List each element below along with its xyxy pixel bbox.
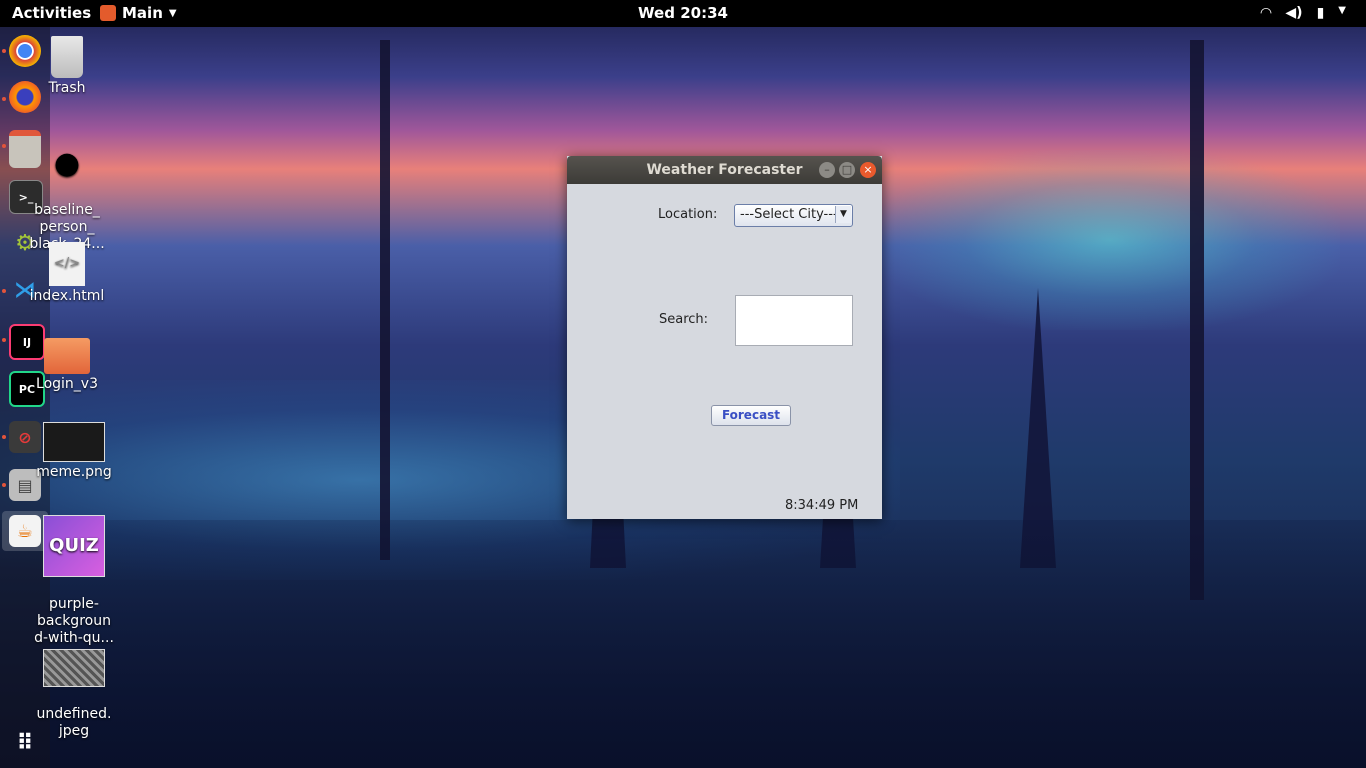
maximize-icon[interactable]: □ bbox=[839, 162, 855, 178]
desktop-icon-meme-png[interactable]: meme.png bbox=[29, 422, 119, 481]
wifi-icon: ◠ bbox=[1260, 5, 1272, 21]
desktop-icon-label: index.html bbox=[29, 288, 105, 304]
image-thumbnail-icon bbox=[43, 649, 105, 687]
desktop-icon-label: undefined. jpeg bbox=[36, 706, 112, 739]
running-indicator bbox=[2, 144, 6, 148]
desktop-icon-label: Login_v3 bbox=[36, 376, 98, 392]
desktop-icon-login-v3[interactable]: Login_v3 bbox=[22, 338, 112, 393]
desktop-icon-label: Trash bbox=[48, 80, 86, 96]
top-bar: Activities Main ▼ Wed 20:34 ◠ ◀) ▮ ▼ bbox=[0, 0, 1366, 27]
running-indicator bbox=[2, 49, 6, 53]
trash-icon bbox=[51, 36, 83, 78]
search-label: Search: bbox=[659, 312, 709, 327]
clock[interactable]: Wed 20:34 bbox=[0, 4, 1366, 22]
desktop-icon-purple-background[interactable]: QUIZ purple- backgroun d-with-qu... bbox=[29, 498, 119, 647]
running-indicator bbox=[2, 338, 6, 342]
volume-icon: ◀) bbox=[1285, 5, 1303, 21]
background-glow bbox=[880, 150, 1340, 330]
image-thumbnail-icon: QUIZ bbox=[43, 515, 105, 577]
running-indicator bbox=[2, 435, 6, 439]
background-tree-trunk bbox=[1190, 40, 1204, 600]
running-indicator bbox=[2, 97, 6, 101]
image-thumbnail-icon bbox=[43, 422, 105, 462]
window-titlebar[interactable]: Weather Forecaster – □ × bbox=[567, 156, 882, 184]
search-input[interactable] bbox=[735, 295, 853, 346]
folder-icon bbox=[44, 338, 90, 374]
location-label: Location: bbox=[658, 207, 718, 222]
forecast-button[interactable]: Forecast bbox=[711, 405, 791, 426]
running-indicator bbox=[2, 483, 6, 487]
city-select-value: ---Select City--- bbox=[740, 207, 838, 222]
close-icon[interactable]: × bbox=[860, 162, 876, 178]
system-tray[interactable]: ◠ ◀) ▮ ▼ bbox=[1261, 5, 1346, 21]
weather-forecaster-window: Weather Forecaster – □ × Location: ---Se… bbox=[567, 156, 882, 519]
power-menu-icon: ▼ bbox=[1338, 5, 1346, 16]
background-ground bbox=[0, 520, 1366, 768]
desktop-icon-label: meme.png bbox=[36, 464, 112, 480]
desktop-icon-index-html[interactable]: </> index.html bbox=[22, 242, 112, 305]
desktop-icon-trash[interactable]: Trash bbox=[22, 36, 112, 97]
running-indicator bbox=[2, 289, 6, 293]
background-tree-trunk bbox=[380, 40, 390, 560]
battery-icon: ▮ bbox=[1316, 5, 1325, 21]
minimize-icon[interactable]: – bbox=[819, 162, 835, 178]
chevron-down-icon: ▼ bbox=[835, 206, 851, 223]
desktop-icon-baseline-person[interactable]: ● baseline_ person_ black_24... bbox=[22, 128, 112, 253]
city-select[interactable]: ---Select City--- ▼ bbox=[734, 204, 853, 227]
person-lock-icon: ● bbox=[53, 146, 81, 181]
desktop-icon-undefined-jpeg[interactable]: undefined. jpeg bbox=[29, 632, 119, 740]
html-file-icon: </> bbox=[49, 242, 85, 286]
current-time: 8:34:49 PM bbox=[785, 498, 859, 513]
